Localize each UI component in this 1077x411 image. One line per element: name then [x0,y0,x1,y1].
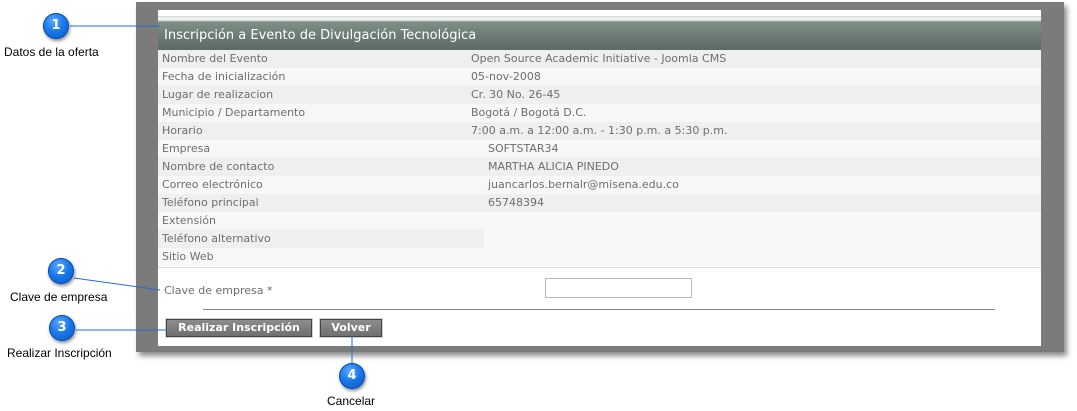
callout-2-badge: 2 [48,258,74,284]
callout-connectors [70,25,353,364]
callout-4-badge: 4 [339,363,365,389]
callout-4-label: Cancelar [327,394,376,408]
callout-3-label: Realizar Inscripción [7,346,112,360]
callout-2-label: Clave de empresa [10,290,108,304]
callout-1-badge: 1 [43,13,69,39]
connector-2 [73,277,161,291]
callout-1-label: Datos de la oferta [4,45,99,59]
callout-3-badge: 3 [49,315,75,341]
